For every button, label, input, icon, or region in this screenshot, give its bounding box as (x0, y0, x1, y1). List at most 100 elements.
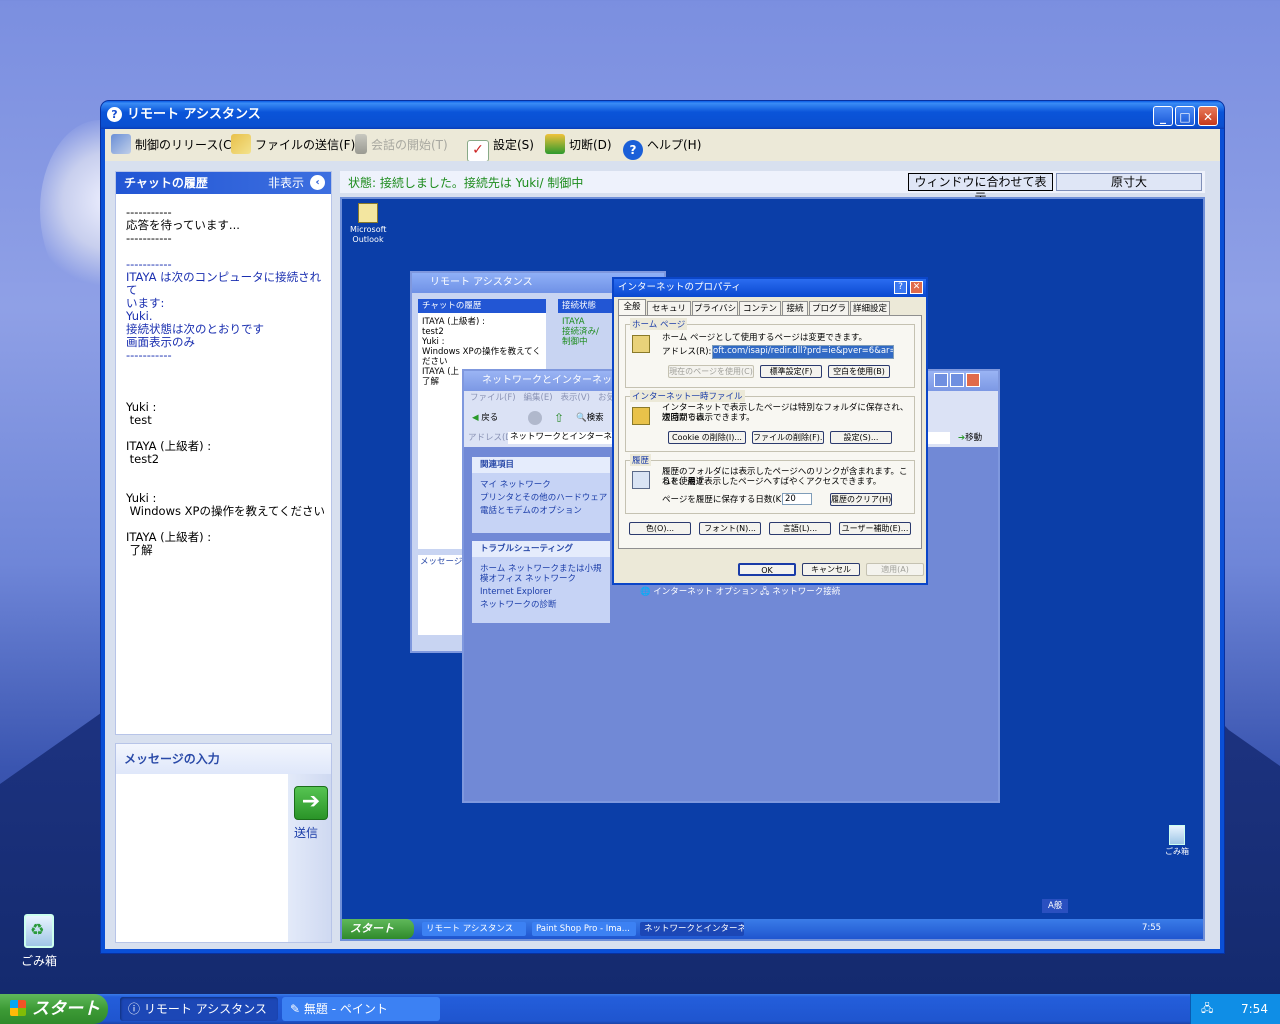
chat-line (126, 375, 326, 388)
remote-msg-panel: メッセージ (418, 555, 464, 635)
remote-related-item[interactable]: 電話とモデムのオプション (480, 506, 602, 516)
maximize-button[interactable]: □ (1175, 106, 1195, 126)
actual-size-button[interactable]: 原寸大 (1056, 173, 1202, 191)
remote-chat-line: Windows XPの操作を教えてく (422, 347, 541, 357)
iprops-tab[interactable]: 接続 (782, 301, 808, 315)
taskbar-item-paint[interactable]: ✎ 無題 - ペイント (282, 997, 440, 1021)
temp-settings-button[interactable]: 設定(S)... (830, 431, 892, 444)
remote-close-icon[interactable] (966, 373, 980, 387)
remote-menu-item[interactable]: 編集(E) (524, 393, 553, 403)
remote-go-label: 移動 (965, 433, 983, 443)
disconnect-icon (545, 134, 565, 154)
iprops-tab[interactable]: セキュリティ (647, 301, 691, 328)
delete-files-button[interactable]: ファイルの削除(F)... (752, 431, 824, 444)
start-talk-button[interactable]: 会話の開始(T) (355, 133, 448, 157)
message-input[interactable] (116, 774, 288, 940)
recycle-bin-desktop-icon[interactable]: ごみ箱 (4, 914, 74, 969)
disconnect-button[interactable]: 切断(D) (545, 133, 612, 157)
iprops-tab[interactable]: コンテンツ (739, 301, 781, 328)
windows-flag-icon (10, 1000, 26, 1016)
release-control-button[interactable]: 制御のリリース(C) (111, 133, 236, 157)
use-current-button[interactable]: 現在のページを使用(C) (668, 365, 754, 378)
fit-to-window-button[interactable]: ウィンドウに合わせて表示 (908, 173, 1053, 205)
use-blank-button[interactable]: 空白を使用(B) (828, 365, 890, 378)
iprops-tab[interactable]: 詳細設定 (850, 301, 890, 315)
remote-maximize-icon[interactable] (950, 373, 964, 387)
remote-trouble-item[interactable]: ホーム ネットワークまたは小規模オフィス ネットワーク (480, 564, 602, 584)
remote-trouble-item[interactable]: ネットワークの診断 (480, 600, 602, 610)
accessibility-button[interactable]: ユーザー補助(E)... (839, 522, 911, 535)
internet-properties-dialog[interactable]: インターネットのプロパティ ? ✕ 全般セキュリティプライバシーコンテンツ接続プ… (612, 277, 928, 585)
chat-history-title: チャットの履歴 (124, 176, 208, 190)
colors-button[interactable]: 色(O)... (629, 522, 691, 535)
network-connections-label: ネットワーク接続 (772, 587, 841, 597)
help-icon: ? (623, 140, 643, 160)
connection-status-bar: 状態: 接続しました。接続先は Yuki/ 制御中 ウィンドウに合わせて表示 原… (340, 171, 1205, 205)
taskbar-item-remote-assistance[interactable]: ⓘ リモート アシスタンス (120, 997, 278, 1021)
delete-cookies-button[interactable]: Cookie の削除(I)... (668, 431, 746, 444)
remote-taskbar-item[interactable]: Paint Shop Pro - Ima... (532, 922, 636, 936)
remote-search-button[interactable]: 🔍検索 (576, 413, 604, 423)
minimize-button[interactable]: _ (1153, 106, 1173, 126)
remote-back-button[interactable]: ◀ 戻る (472, 413, 498, 423)
remote-taskbar-item[interactable]: ネットワークとインターネ... (640, 922, 744, 936)
remote-menu-item[interactable]: 表示(V) (561, 393, 590, 403)
remote-outlook-shortcut[interactable]: Microsoft Outlook (350, 203, 386, 245)
taskbar-item-label: リモート アシスタンス (143, 1002, 267, 1016)
iprops-titlebar[interactable]: インターネットのプロパティ ? ✕ (614, 279, 926, 297)
chat-line: test2 (126, 452, 160, 466)
iprops-tab[interactable]: プログラム (809, 301, 849, 328)
fonts-button[interactable]: フォント(N)... (699, 522, 761, 535)
remote-chat-line: ITAYA (上級者) : (422, 317, 485, 327)
remote-recycle-bin[interactable]: ごみ箱 (1160, 825, 1194, 857)
cancel-button[interactable]: キャンセル (802, 563, 860, 576)
collapse-chevron-icon[interactable]: ‹ (310, 175, 325, 190)
send-label[interactable]: 送信 (294, 824, 318, 841)
hide-chat-link[interactable]: 非表示 (268, 172, 304, 194)
remote-related-item[interactable]: プリンタとその他のハードウェア (480, 493, 607, 503)
internet-options-item[interactable]: 🌐 インターネット オプション (640, 587, 758, 597)
remote-chat-line: test2 (422, 327, 444, 337)
chat-line: Yuki : (126, 400, 157, 414)
iprops-tab[interactable]: プライバシー (692, 301, 738, 328)
remote-taskbar-item[interactable]: リモート アシスタンス (422, 922, 526, 936)
iprops-close-icon[interactable]: ✕ (910, 281, 923, 294)
iprops-help-icon[interactable]: ? (894, 281, 907, 294)
clear-history-button[interactable]: 履歴のクリア(H) (830, 493, 892, 506)
remote-related-item[interactable]: マイ ネットワーク (480, 480, 602, 490)
start-button[interactable]: スタート (0, 994, 108, 1024)
up-folder-icon[interactable]: ⇧ (554, 411, 564, 425)
settings-button[interactable]: ✓ 設定(S) (467, 133, 534, 162)
ok-button[interactable]: OK (738, 563, 796, 576)
remote-minimize-icon[interactable] (934, 373, 948, 387)
send-arrow-icon[interactable]: ➔ (294, 786, 328, 820)
network-connections-item[interactable]: 🖧 ネットワーク接続 (760, 587, 840, 597)
history-group: 履歴 履歴のフォルダには表示したページへのリンクが含まれます。これを使用す ると… (625, 454, 915, 514)
send-file-icon (231, 134, 251, 154)
forward-arrow-icon[interactable] (528, 411, 542, 425)
apply-button[interactable]: 適用(A) (866, 563, 924, 576)
network-tray-icon[interactable]: 🖧 (1201, 994, 1213, 1024)
help-button[interactable]: ? ヘルプ(H) (623, 133, 701, 160)
remote-go-button[interactable]: ➔移動 (958, 433, 982, 443)
languages-button[interactable]: 言語(L)... (769, 522, 831, 535)
remote-desktop-view[interactable]: Microsoft Outlook ごみ箱 リモート アシスタンス チャットの履… (340, 197, 1205, 941)
history-days-stepper[interactable]: 20 (782, 493, 812, 505)
iprops-tab[interactable]: 全般 (618, 299, 646, 315)
taskbar: スタート ⓘ リモート アシスタンス ✎ 無題 - ペイント 🖧 7:54 (0, 994, 1280, 1024)
window-titlebar[interactable]: ? リモート アシスタンス _ □ ✕ (101, 101, 1224, 129)
use-default-button[interactable]: 標準設定(F) (760, 365, 822, 378)
remote-trouble-item[interactable]: Internet Explorer (480, 587, 602, 597)
connection-status-text: 状態: 接続しました。接続先は Yuki/ 制御中 (348, 176, 584, 190)
send-file-button[interactable]: ファイルの送信(F) (231, 133, 355, 157)
close-button[interactable]: ✕ (1198, 106, 1218, 126)
home-address-field[interactable]: oft.com/isapi/redir.dll?prd=ie&pver=6&ar… (712, 345, 894, 359)
remote-start-button[interactable]: スタート (342, 919, 414, 939)
taskbar-item-label: 無題 - ペイント (303, 1002, 388, 1016)
history-group-label: 履歴 (630, 454, 652, 466)
remote-menu-item[interactable]: ファイル(F) (470, 393, 516, 403)
chat-line: ITAYA (上級者) : (126, 530, 212, 544)
toolbar: 制御のリリース(C) ファイルの送信(F) 会話の開始(T) ✓ 設定(S) 切断… (105, 129, 1220, 162)
chat-line: ----------- (126, 231, 172, 245)
remote-ime-bar[interactable]: A般 (1042, 899, 1069, 913)
